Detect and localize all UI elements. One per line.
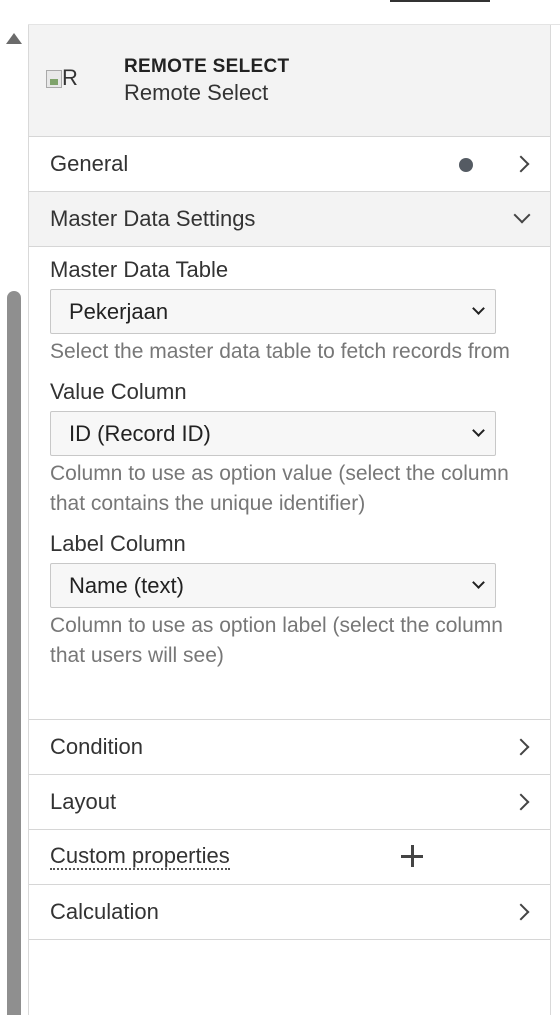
image-alt-text: R: [62, 65, 78, 90]
component-thumbnail: R: [46, 63, 94, 93]
label-column-value: Name (text): [69, 572, 184, 598]
component-type-title: REMOTE SELECT: [124, 56, 290, 77]
chevron-right-icon: [512, 793, 530, 811]
scrollbar[interactable]: [0, 0, 28, 1015]
section-calculation-label: Calculation: [50, 899, 159, 924]
chevron-right-icon: [512, 903, 530, 921]
label-column-label: Label Column: [50, 531, 186, 556]
value-column-select[interactable]: ID (Record ID): [50, 411, 496, 456]
chevron-right-icon: [512, 155, 530, 173]
value-column-label: Value Column: [50, 379, 187, 404]
section-layout-label: Layout: [50, 789, 117, 814]
master-data-table-value: Pekerjaan: [69, 298, 169, 324]
component-name: Remote Select: [124, 80, 269, 105]
master-data-settings-body: Master Data Table Pekerjaan Select the m…: [29, 247, 550, 720]
scrollbar-thumb[interactable]: [7, 291, 21, 1015]
master-data-table-select[interactable]: Pekerjaan: [50, 289, 496, 334]
select-chevron-down-icon: [472, 424, 485, 437]
chevron-down-icon: [513, 206, 531, 224]
section-general-label: General: [50, 151, 129, 176]
top-strip: [28, 0, 560, 25]
label-column-select[interactable]: Name (text): [50, 563, 496, 608]
section-custom-properties-label: Custom properties: [50, 843, 230, 870]
label-column-help: Column to use as option label (select th…: [50, 614, 503, 667]
dot-indicator-icon: [459, 158, 473, 172]
select-chevron-down-icon: [472, 576, 485, 589]
section-layout[interactable]: Layout: [29, 775, 550, 830]
master-data-table-help: Select the master data table to fetch re…: [50, 340, 510, 363]
section-master-data-settings[interactable]: Master Data Settings: [29, 192, 550, 247]
section-master-data-label: Master Data Settings: [50, 206, 256, 231]
plus-icon[interactable]: [401, 845, 423, 867]
properties-panel: R REMOTE SELECT Remote Select General Ma…: [28, 25, 551, 1015]
component-header: R REMOTE SELECT Remote Select: [29, 25, 550, 137]
value-column-value: ID (Record ID): [69, 420, 211, 446]
section-calculation[interactable]: Calculation: [29, 885, 550, 940]
section-general[interactable]: General: [29, 137, 550, 192]
select-chevron-down-icon: [472, 302, 485, 315]
master-data-table-label: Master Data Table: [50, 257, 229, 282]
component-title-block: REMOTE SELECT Remote Select: [124, 56, 289, 106]
value-column-help: Column to use as option value (select th…: [50, 462, 509, 515]
section-condition-label: Condition: [50, 734, 143, 759]
chevron-right-icon: [512, 738, 530, 756]
section-custom-properties[interactable]: Custom properties: [29, 830, 550, 885]
section-condition[interactable]: Condition: [29, 720, 550, 775]
top-divider: [390, 0, 490, 2]
scroll-up-arrow-icon[interactable]: [6, 33, 22, 44]
broken-image-icon: [46, 70, 62, 88]
